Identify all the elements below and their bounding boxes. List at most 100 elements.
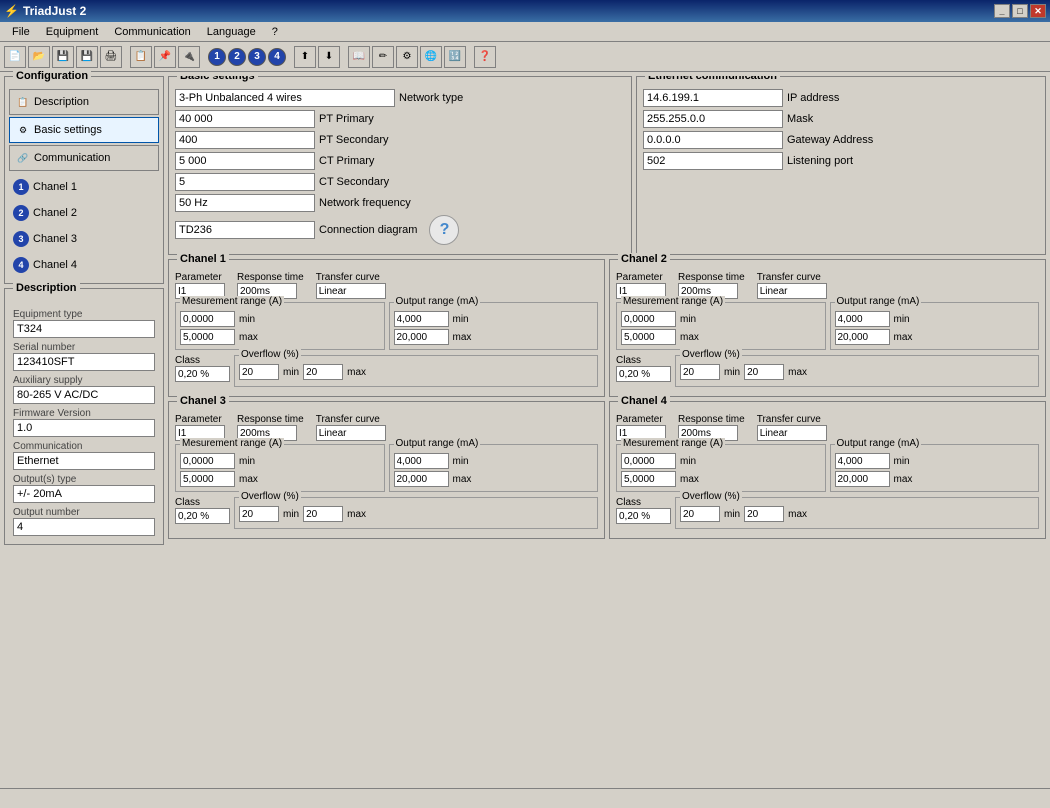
channel3-nav[interactable]: 3 Chanel 3	[9, 227, 159, 251]
channel2-nav[interactable]: 2 Chanel 2	[9, 201, 159, 225]
ct-primary-input[interactable]	[175, 152, 315, 170]
communication-nav[interactable]: 🔗 Communication	[9, 145, 159, 171]
firmware-input[interactable]	[13, 419, 155, 437]
ch2-overflow-max-input[interactable]	[744, 364, 784, 380]
basic-settings-nav[interactable]: ⚙ Basic settings	[9, 117, 159, 143]
ch3-out-max-label: max	[453, 474, 472, 485]
ch3-overflow-max-input[interactable]	[303, 506, 343, 522]
ch2-out-max-input[interactable]	[835, 329, 890, 345]
ch3-overflow-group: Overflow (%) min max	[234, 497, 598, 529]
ch1-class-input[interactable]	[175, 366, 230, 382]
close-button[interactable]: ✕	[1030, 4, 1046, 18]
copy-button[interactable]: 📋	[130, 46, 152, 68]
ch1-out-max-input[interactable]	[394, 329, 449, 345]
ch2-overflow-min-input[interactable]	[680, 364, 720, 380]
channel1-nav[interactable]: 1 Chanel 1	[9, 175, 159, 199]
comm-input[interactable]	[13, 452, 155, 470]
new-button[interactable]: 📄	[4, 46, 26, 68]
ch1-out-min-input[interactable]	[394, 311, 449, 327]
serial-input[interactable]	[13, 353, 155, 371]
ch2-meas-max-input[interactable]	[621, 329, 676, 345]
ch3-out-min-input[interactable]	[394, 453, 449, 469]
ct-secondary-input[interactable]	[175, 173, 315, 191]
upload-button[interactable]: ⬆	[294, 46, 316, 68]
network-type-row: Network type	[175, 89, 625, 107]
ch2-meas-min-input[interactable]	[621, 311, 676, 327]
ch2-overflow-min-label: min	[724, 367, 740, 378]
menu-equipment[interactable]: Equipment	[38, 24, 107, 40]
connect-button[interactable]: 🔌	[178, 46, 200, 68]
ch2-class-input[interactable]	[616, 366, 671, 382]
ch3-toolbar-button[interactable]: 3	[248, 48, 266, 66]
write-button[interactable]: ✏	[372, 46, 394, 68]
ip-input[interactable]	[643, 89, 783, 107]
ch1-overflow-min-input[interactable]	[239, 364, 279, 380]
ch3-meas-min-input[interactable]	[180, 453, 235, 469]
ch3-out-group: Output range (mA) min max	[389, 444, 599, 492]
comm-icon: 🔗	[16, 151, 30, 165]
ch3-meas-min-label: min	[239, 456, 255, 467]
ch4-overflow-min-input[interactable]	[680, 506, 720, 522]
ch4-out-max-input[interactable]	[835, 471, 890, 487]
network-button[interactable]: 🌐	[420, 46, 442, 68]
ch3-out-max-input[interactable]	[394, 471, 449, 487]
ch4-overflow-max-input[interactable]	[744, 506, 784, 522]
help-button[interactable]: ❓	[474, 46, 496, 68]
ch4-out-min-input[interactable]	[835, 453, 890, 469]
ch3-curve-input[interactable]	[316, 425, 386, 441]
menu-help[interactable]: ?	[264, 24, 286, 40]
read-button[interactable]: 📖	[348, 46, 370, 68]
port-input[interactable]	[643, 152, 783, 170]
help-circle-button[interactable]: ?	[429, 215, 459, 245]
open-button[interactable]: 📂	[28, 46, 50, 68]
ch2-curve-input[interactable]	[757, 283, 827, 299]
ch2-toolbar-button[interactable]: 2	[228, 48, 246, 66]
ip-label: IP address	[787, 92, 839, 104]
gateway-input[interactable]	[643, 131, 783, 149]
paste-button[interactable]: 📌	[154, 46, 176, 68]
ethernet-panel: Ethernet communication IP address Mask G…	[636, 76, 1046, 255]
ch4-curve-input[interactable]	[757, 425, 827, 441]
outnumber-input[interactable]	[13, 518, 155, 536]
settings-icon: ⚙	[16, 123, 30, 137]
save-as-button[interactable]: 💾	[76, 46, 98, 68]
ch4-meas-min-input[interactable]	[621, 453, 676, 469]
download-button[interactable]: ⬇	[318, 46, 340, 68]
ch2-resp-label: Response time	[678, 272, 745, 283]
ch4-out-label: Output range (mA)	[835, 438, 922, 449]
ch1-meas-max-input[interactable]	[180, 329, 235, 345]
menu-communication[interactable]: Communication	[106, 24, 198, 40]
ch1-meas-min-input[interactable]	[180, 311, 235, 327]
menu-language[interactable]: Language	[199, 24, 264, 40]
ch4-meas-max-input[interactable]	[621, 471, 676, 487]
calc-button[interactable]: 🔢	[444, 46, 466, 68]
ch1-num-icon: 1	[13, 179, 29, 195]
pt-primary-input[interactable]	[175, 110, 315, 128]
outputs-input[interactable]	[13, 485, 155, 503]
ch1-overflow-max-input[interactable]	[303, 364, 343, 380]
ch2-out-min-input[interactable]	[835, 311, 890, 327]
menu-file[interactable]: File	[4, 24, 38, 40]
save-button[interactable]: 💾	[52, 46, 74, 68]
equip-type-input[interactable]	[13, 320, 155, 338]
connection-input[interactable]	[175, 221, 315, 239]
description-nav[interactable]: 📋 Description	[9, 89, 159, 115]
network-type-input[interactable]	[175, 89, 395, 107]
ch4-class-input[interactable]	[616, 508, 671, 524]
channel4-nav[interactable]: 4 Chanel 4	[9, 253, 159, 277]
ch1-curve-input[interactable]	[316, 283, 386, 299]
minimize-button[interactable]: _	[994, 4, 1010, 18]
print-button[interactable]: 🖨	[100, 46, 122, 68]
settings-button[interactable]: ⚙	[396, 46, 418, 68]
ch3-meas-max-input[interactable]	[180, 471, 235, 487]
pt-secondary-input[interactable]	[175, 131, 315, 149]
mask-input[interactable]	[643, 110, 783, 128]
ch3-class-input[interactable]	[175, 508, 230, 524]
ch4-meas-min-label: min	[680, 456, 696, 467]
freq-input[interactable]	[175, 194, 315, 212]
ch4-toolbar-button[interactable]: 4	[268, 48, 286, 66]
aux-supply-input[interactable]	[13, 386, 155, 404]
ch3-overflow-min-input[interactable]	[239, 506, 279, 522]
maximize-button[interactable]: □	[1012, 4, 1028, 18]
ch1-toolbar-button[interactable]: 1	[208, 48, 226, 66]
